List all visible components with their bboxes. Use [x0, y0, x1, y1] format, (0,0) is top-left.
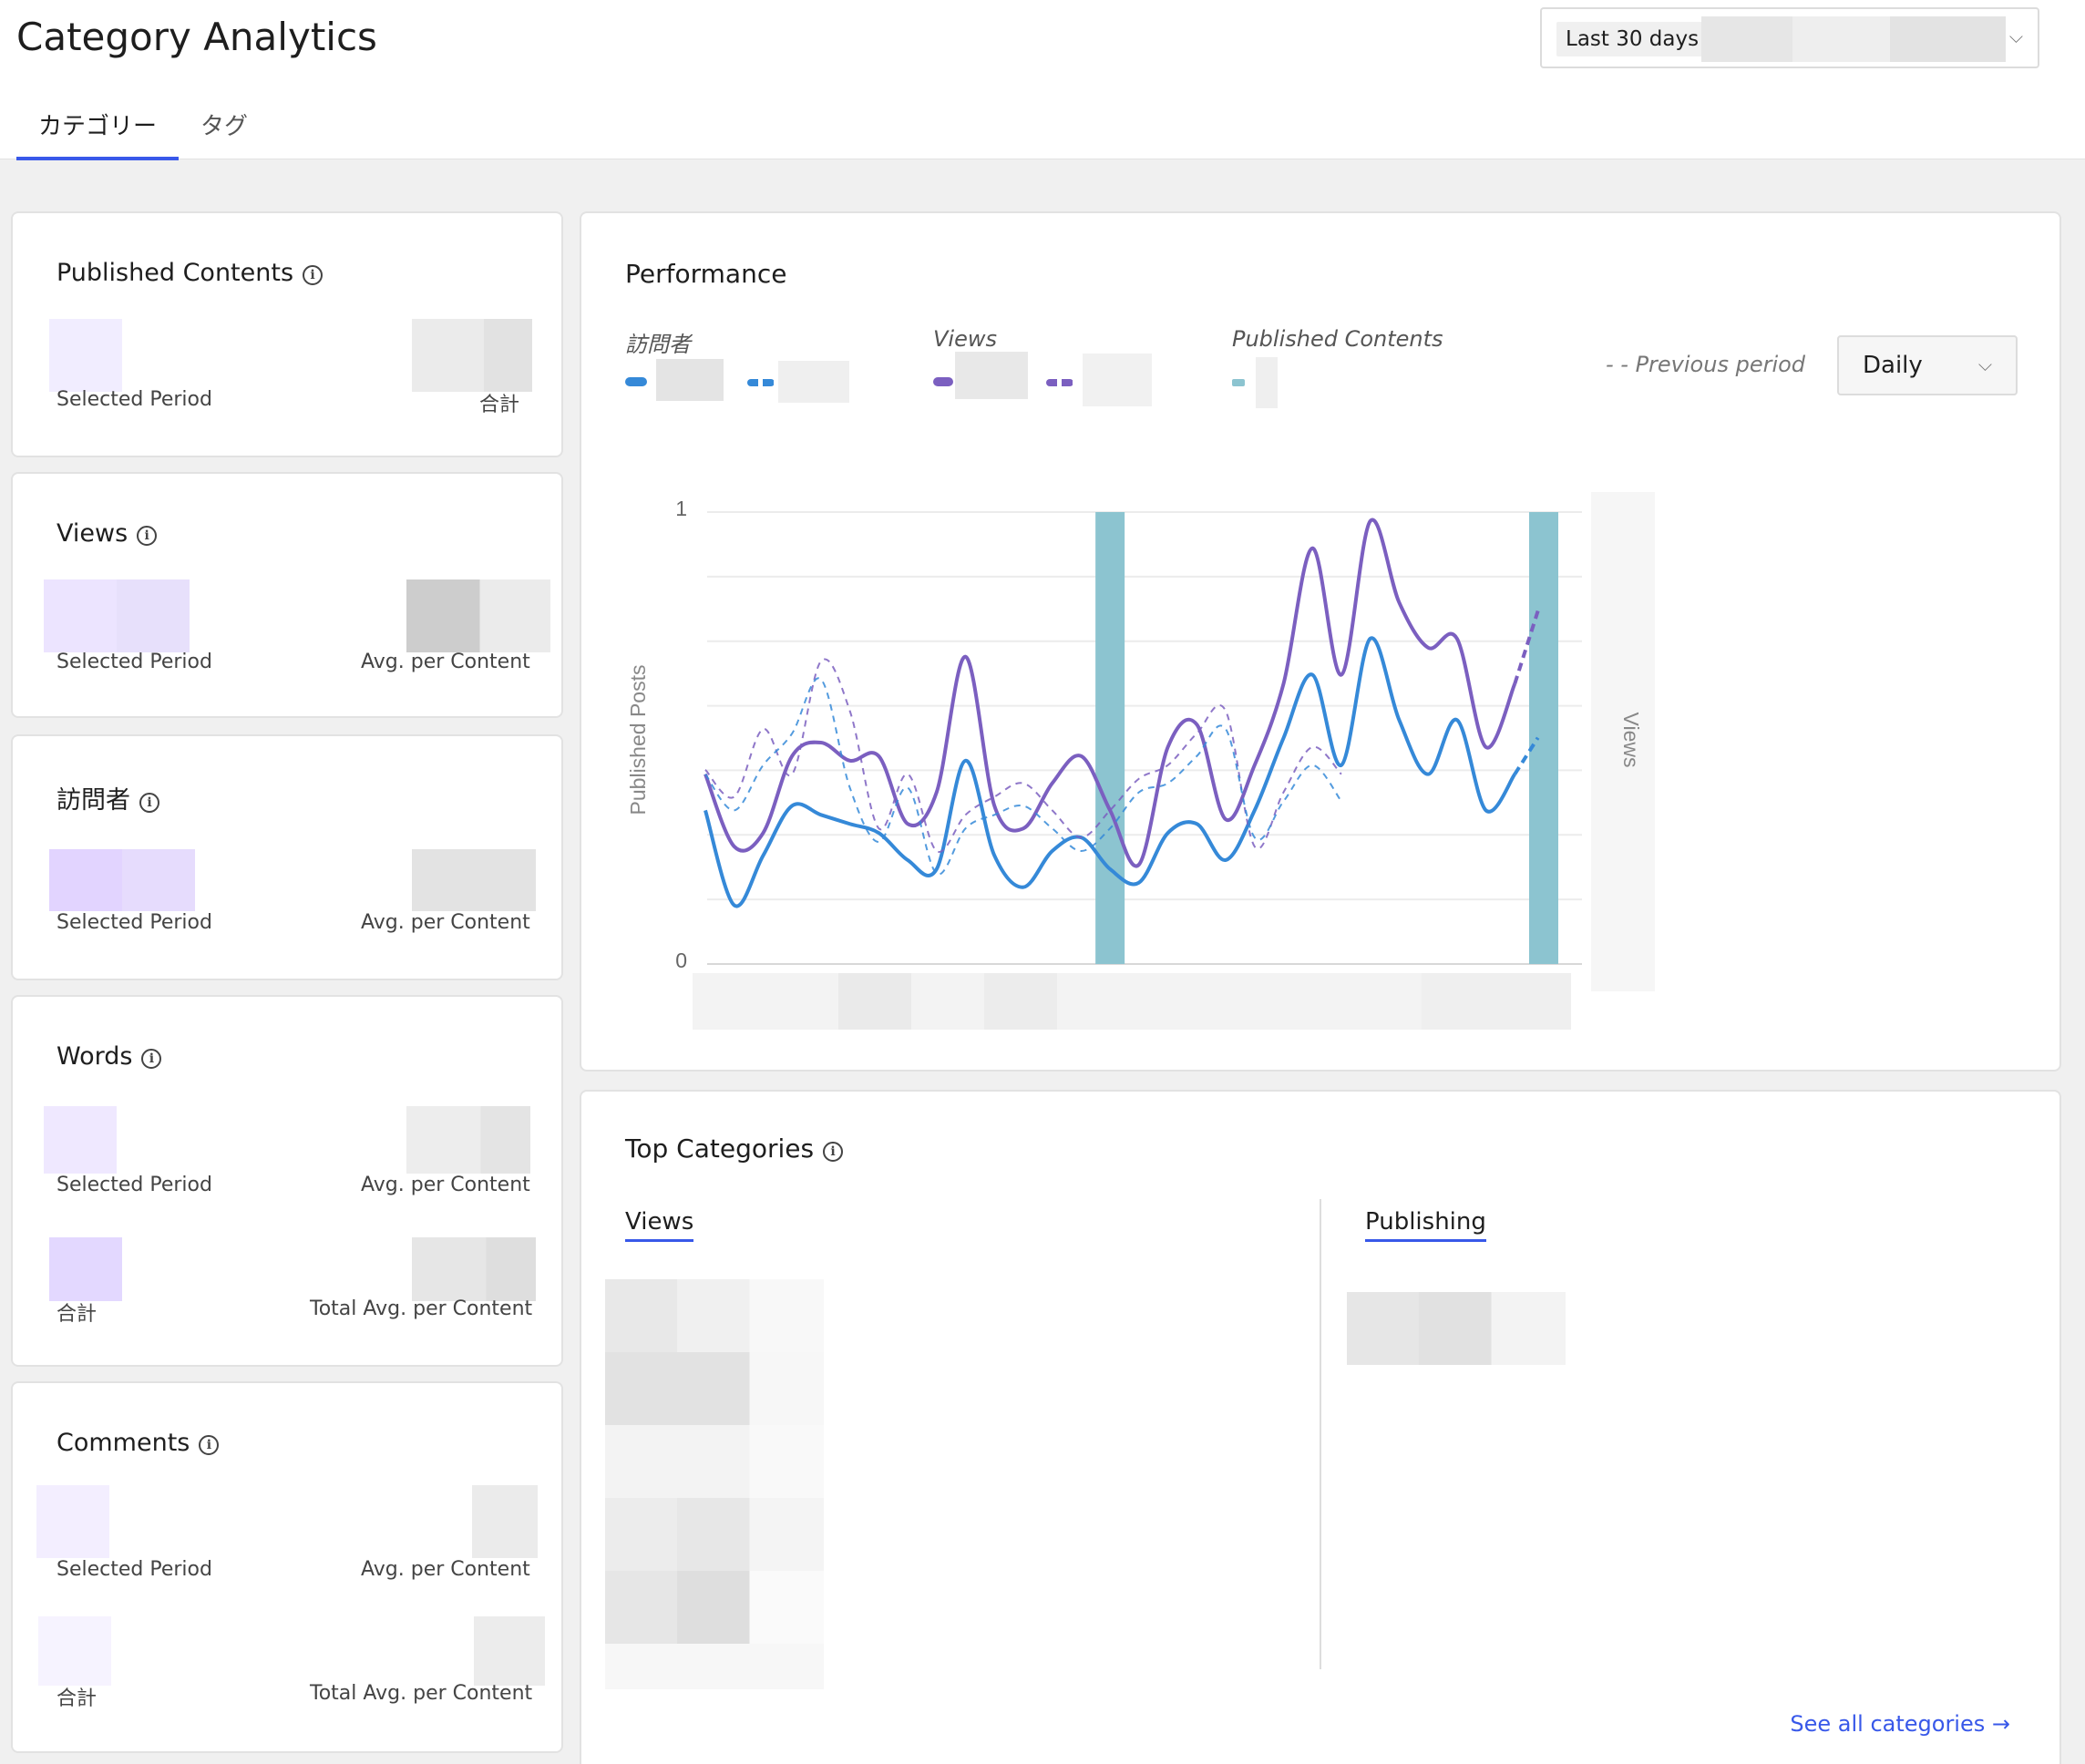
value-redacted	[474, 1616, 545, 1686]
stat-label: Selected Period	[56, 1558, 212, 1581]
value-redacted	[44, 1106, 117, 1174]
published-bar	[1529, 512, 1558, 964]
stat-label: Total Avg. per Content	[310, 1682, 533, 1705]
info-icon[interactable]: i	[199, 1435, 220, 1455]
stat-label: Total Avg. per Content	[310, 1297, 533, 1320]
views-list-redacted	[605, 1352, 824, 1425]
views-list-redacted	[605, 1498, 824, 1571]
stat-label: Selected Period	[56, 651, 212, 673]
card-title: Published Contents i	[56, 259, 324, 287]
performance-chart: 1 0 Published Posts Views	[626, 492, 1655, 1030]
page-title: Category Analytics	[16, 15, 377, 59]
date-range-value-redacted	[1701, 16, 2006, 62]
value-redacted	[49, 319, 122, 392]
stat-label: 合計	[479, 394, 520, 416]
card-title: Words i	[56, 1042, 162, 1071]
info-icon[interactable]: i	[139, 793, 159, 813]
card-views: Views i Selected Period Avg. per Content	[11, 472, 563, 718]
card-title: Views i	[56, 519, 158, 548]
stat-label: Avg. per Content	[361, 1174, 530, 1196]
date-range-select[interactable]: Last 30 days ⌵	[1540, 7, 2039, 68]
subtab-views[interactable]: Views	[625, 1208, 694, 1242]
value-redacted	[49, 849, 195, 911]
stat-label: Avg. per Content	[361, 651, 530, 673]
x-axis-labels-redacted	[1422, 973, 1571, 1030]
value-redacted	[36, 1485, 109, 1558]
value-redacted	[412, 1237, 536, 1301]
value-redacted	[406, 1106, 530, 1174]
stat-label: Avg. per Content	[361, 1558, 530, 1581]
views-previous-line	[704, 658, 1342, 853]
value-redacted	[412, 849, 536, 911]
publishing-list-redacted	[1347, 1292, 1566, 1365]
views-list-redacted	[605, 1644, 824, 1689]
info-icon[interactable]: i	[303, 265, 324, 285]
published-bar	[1095, 512, 1125, 964]
value-redacted	[472, 1485, 538, 1558]
top-categories-title: Top Categories i	[625, 1133, 844, 1164]
y-tick-label: 0	[675, 949, 687, 972]
value-redacted	[406, 579, 550, 652]
card-words: Words i Selected Period Avg. per Content …	[11, 995, 563, 1367]
card-published-contents: Published Contents i Selected Period 合計	[11, 211, 563, 457]
x-axis-labels-redacted	[693, 973, 1509, 1030]
info-icon[interactable]: i	[141, 1049, 162, 1069]
card-comments: Comments i Selected Period Avg. per Conte…	[11, 1381, 563, 1753]
date-range-chip[interactable]: Last 30 days	[1556, 22, 1709, 56]
y-axis-label: Published Posts	[626, 665, 650, 815]
arrow-right-icon[interactable]: →	[1992, 1711, 2010, 1737]
card-visitors: 訪問者 i Selected Period Avg. per Content	[11, 734, 563, 980]
x-axis-labels-redacted	[838, 973, 911, 1030]
stat-label: 合計	[56, 1303, 98, 1326]
stat-label: 合計	[56, 1687, 98, 1710]
tab-tags[interactable]: タグ	[200, 108, 248, 141]
visitors-previous-line	[704, 677, 1342, 876]
value-redacted	[412, 319, 532, 392]
top-bar: Category Analytics Last 30 days ⌵ カテゴリー …	[0, 0, 2085, 160]
chevron-down-icon[interactable]: ⌵	[2009, 26, 2023, 47]
x-axis-labels-redacted	[984, 973, 1057, 1030]
column-divider	[1320, 1199, 1321, 1669]
value-redacted	[44, 579, 190, 652]
y2-axis-label: Views	[1619, 713, 1643, 768]
card-top-categories: Top Categories i Views Publishing See all…	[580, 1090, 2061, 1764]
stat-label: Selected Period	[56, 1174, 212, 1196]
y-tick-label: 1	[675, 497, 687, 520]
info-icon[interactable]: i	[823, 1142, 844, 1162]
stat-label: Avg. per Content	[361, 911, 530, 934]
card-title: Comments i	[56, 1429, 220, 1457]
subtab-publishing[interactable]: Publishing	[1365, 1208, 1486, 1242]
value-redacted	[49, 1237, 122, 1301]
views-list-redacted	[605, 1571, 824, 1644]
card-title: 訪問者 i	[56, 780, 159, 815]
value-redacted	[38, 1616, 111, 1686]
views-list-redacted	[605, 1425, 824, 1498]
stat-label: Selected Period	[56, 388, 212, 411]
card-performance: Performance 訪問者 Views Published Contents…	[580, 211, 2061, 1072]
info-icon[interactable]: i	[137, 526, 158, 546]
see-all-categories-link[interactable]: See all categories →	[1790, 1711, 2010, 1737]
tab-categories[interactable]: カテゴリー	[16, 108, 179, 160]
stat-label: Selected Period	[56, 911, 212, 934]
